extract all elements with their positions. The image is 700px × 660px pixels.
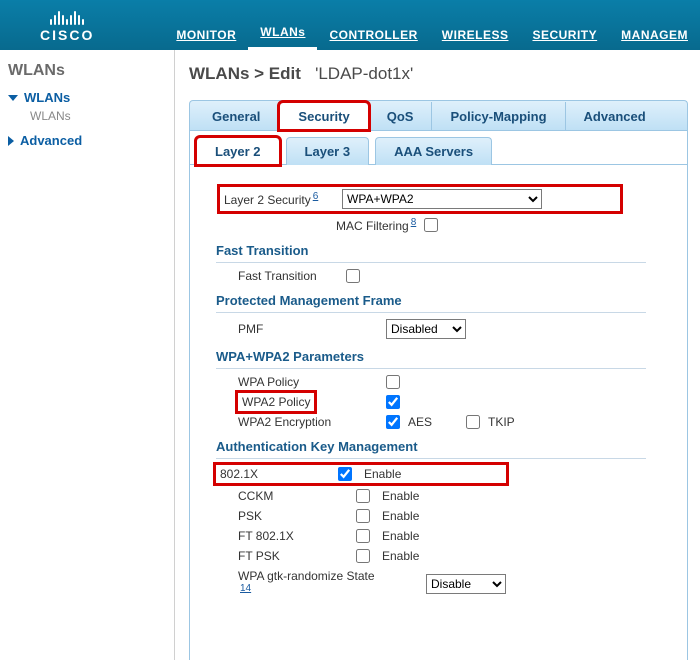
tkip-checkbox[interactable] <box>466 415 480 429</box>
akm-8021x-row: 802.1X Enable <box>216 465 506 483</box>
enable-label: Enable <box>382 489 419 503</box>
subtab-layer2[interactable]: Layer 2 <box>196 137 280 165</box>
main-content: WLANs > Edit 'LDAP-dot1x' General Securi… <box>175 50 700 660</box>
breadcrumb: WLANs > Edit 'LDAP-dot1x' <box>189 64 688 84</box>
nav-monitor[interactable]: MONITOR <box>164 28 248 50</box>
tab-general[interactable]: General <box>194 102 279 130</box>
footnote-icon: 8 <box>411 217 417 228</box>
fast-transition-checkbox[interactable] <box>346 269 360 283</box>
akm-8021x-checkbox[interactable] <box>338 467 352 481</box>
tkip-label: TKIP <box>488 415 515 429</box>
wpa-policy-label: WPA Policy <box>238 375 378 389</box>
akm-cckm-checkbox[interactable] <box>356 489 370 503</box>
nav-controller[interactable]: CONTROLLER <box>317 28 429 50</box>
nav-wireless[interactable]: WIRELESS <box>430 28 521 50</box>
enable-label: Enable <box>382 509 419 523</box>
gtk-randomize-row: WPA gtk-randomize State 14 Disable <box>216 569 673 599</box>
wpa2-encryption-row: WPA2 Encryption AES TKIP <box>216 415 673 429</box>
cisco-logo: CISCO <box>40 7 94 43</box>
akm-ftpsk-row: FT PSK Enable <box>216 549 673 563</box>
subtab-layer3[interactable]: Layer 3 <box>286 137 370 165</box>
akm-cckm-label: CCKM <box>238 489 348 503</box>
layer2-security-row: Layer 2 Security6 WPA+WPA2 <box>220 187 620 211</box>
akm-8021x-label: 802.1X <box>220 467 330 481</box>
sidebar-group-advanced[interactable]: Advanced <box>8 133 166 148</box>
layer2-security-label: Layer 2 Security6 <box>224 191 334 207</box>
sidebar-group-label: WLANs <box>24 90 70 105</box>
nav-management[interactable]: MANAGEM <box>609 28 700 50</box>
mac-filtering-checkbox[interactable] <box>424 218 438 232</box>
akm-psk-row: PSK Enable <box>216 509 673 523</box>
akm-ft8021x-checkbox[interactable] <box>356 529 370 543</box>
section-wpa-params: WPA+WPA2 Parameters <box>216 349 646 369</box>
tab-advanced[interactable]: Advanced <box>566 102 664 130</box>
layer2-form: Layer 2 Security6 WPA+WPA2 MAC Filtering… <box>200 175 677 599</box>
brand-text: CISCO <box>40 27 94 43</box>
enable-label: Enable <box>382 529 419 543</box>
sidebar-group-wlans[interactable]: WLANs <box>8 90 166 105</box>
fast-transition-row: Fast Transition <box>216 269 673 283</box>
wpa2-encryption-label: WPA2 Encryption <box>238 415 378 429</box>
pmf-select[interactable]: Disabled <box>386 319 466 339</box>
tab-qos[interactable]: QoS <box>369 102 433 130</box>
sidebar: WLANs WLANs WLANs Advanced <box>0 50 175 660</box>
akm-ftpsk-label: FT PSK <box>238 549 348 563</box>
tab-security[interactable]: Security <box>279 102 368 130</box>
gtk-randomize-select[interactable]: Disable <box>426 574 506 594</box>
top-nav: MONITOR WLANs CONTROLLER WIRELESS SECURI… <box>164 0 700 50</box>
chevron-down-icon <box>8 95 18 101</box>
mac-filtering-label: MAC Filtering8 <box>336 217 416 233</box>
enable-label: Enable <box>364 467 401 481</box>
security-panel: Layer 2 Layer 3 AAA Servers Layer 2 Secu… <box>189 130 688 660</box>
section-pmf: Protected Management Frame <box>216 293 646 313</box>
nav-wlans[interactable]: WLANs <box>248 25 317 50</box>
footnote-icon: 6 <box>313 191 319 202</box>
cisco-bars-icon <box>50 7 84 25</box>
app-header: CISCO MONITOR WLANs CONTROLLER WIRELESS … <box>0 0 700 50</box>
chevron-right-icon <box>8 136 14 146</box>
aes-label: AES <box>408 415 432 429</box>
breadcrumb-path: WLANs > Edit <box>189 64 301 83</box>
gtk-randomize-label: WPA gtk-randomize State 14 <box>238 569 418 599</box>
wpa2-policy-label: WPA2 Policy <box>238 395 378 409</box>
wpa-policy-row: WPA Policy <box>216 375 673 389</box>
aes-checkbox[interactable] <box>386 415 400 429</box>
fast-transition-label: Fast Transition <box>238 269 338 283</box>
nav-security[interactable]: SECURITY <box>520 28 609 50</box>
subtabs-row: Layer 2 Layer 3 AAA Servers <box>190 131 687 165</box>
wpa-policy-checkbox[interactable] <box>386 375 400 389</box>
section-akm: Authentication Key Management <box>216 439 646 459</box>
wpa2-policy-row: WPA2 Policy <box>216 395 673 409</box>
layer2-security-select[interactable]: WPA+WPA2 <box>342 189 542 209</box>
enable-label: Enable <box>382 549 419 563</box>
akm-cckm-row: CCKM Enable <box>216 489 673 503</box>
akm-psk-label: PSK <box>238 509 348 523</box>
mac-filtering-row: MAC Filtering8 <box>336 217 673 233</box>
tabs-row: General Security QoS Policy-Mapping Adva… <box>189 100 688 130</box>
wpa2-policy-checkbox[interactable] <box>386 395 400 409</box>
akm-ftpsk-checkbox[interactable] <box>356 549 370 563</box>
akm-psk-checkbox[interactable] <box>356 509 370 523</box>
pmf-row: PMF Disabled <box>216 319 673 339</box>
sidebar-item-wlans[interactable]: WLANs <box>30 109 166 123</box>
subtab-aaa-servers[interactable]: AAA Servers <box>375 137 492 165</box>
sidebar-group-label: Advanced <box>20 133 82 148</box>
akm-ft8021x-row: FT 802.1X Enable <box>216 529 673 543</box>
sidebar-title: WLANs <box>8 62 166 80</box>
akm-ft8021x-label: FT 802.1X <box>238 529 348 543</box>
wlan-name: 'LDAP-dot1x' <box>315 64 413 83</box>
section-fast-transition: Fast Transition <box>216 243 646 263</box>
footnote-icon: 14 <box>240 583 251 594</box>
pmf-label: PMF <box>238 322 378 336</box>
tab-policy-mapping[interactable]: Policy-Mapping <box>432 102 565 130</box>
